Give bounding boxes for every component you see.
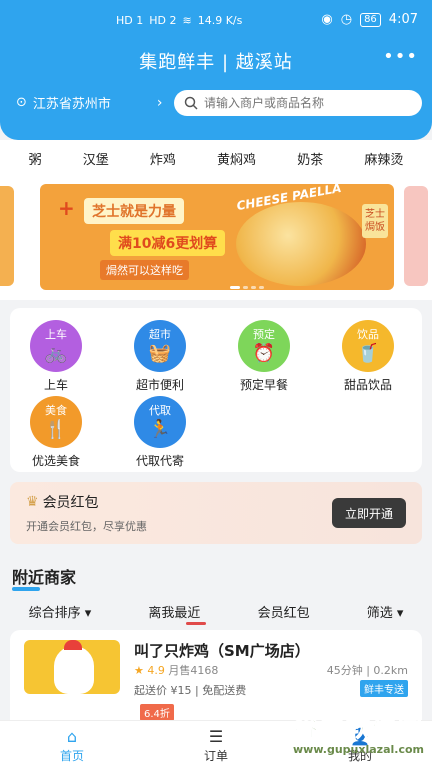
banner-carousel[interactable]: + 芝士就是力量 满10减6更划算 焗然可以这样吃 CHEESE PAELLA … [0, 176, 432, 300]
shop-logo [24, 640, 120, 694]
network-speed: 14.9 K/s [197, 14, 243, 27]
watermark: 谷普软件园 www.gupuxlazal.com [293, 714, 424, 757]
category-burger[interactable]: 汉堡 [83, 149, 109, 168]
sort-nearest[interactable]: 离我最近 [148, 602, 200, 621]
basket-icon: 超市 🧺 [134, 320, 186, 372]
category-milk-tea[interactable]: 奶茶 [297, 149, 323, 168]
service-label: 上车 [43, 378, 68, 392]
page-title: 集跑鲜丰 | 越溪站 [139, 52, 293, 73]
banner-tag: 芝士焗饭 [362, 204, 388, 238]
sort-filter[interactable]: 筛选 ▾ [367, 602, 404, 621]
search-icon [184, 96, 198, 110]
plus-icon: + [58, 196, 75, 220]
service-label: 预定早餐 [239, 378, 288, 392]
service-breakfast[interactable]: 预定 ⏰ 预定早餐 [224, 320, 304, 393]
sort-bar: 综合排序 ▾ 离我最近 会员红包 筛选 ▾ [0, 600, 432, 625]
shop-name: 叫了只炸鸡（SM广场店） [134, 642, 310, 660]
alarm-clock-icon: 预定 ⏰ [238, 320, 290, 372]
eye-icon: ◉ [321, 12, 333, 27]
location-text: 江苏省苏州市 [32, 97, 111, 112]
member-card: ♛ 会员红包 开通会员红包，尽享优惠 立即开通 [10, 482, 422, 544]
member-subtitle: 开通会员红包，尽享优惠 [26, 520, 147, 533]
category-braised-chicken[interactable]: 黄焖鸡 [217, 149, 256, 168]
service-label: 甜品饮品 [343, 378, 392, 392]
alarm-icon: ◷ [340, 12, 353, 27]
carousel-dots [230, 286, 264, 289]
category-bar: 粥 汉堡 炸鸡 黄焖鸡 奶茶 麻辣烫 [0, 140, 432, 176]
service-drinks[interactable]: 饮品 🥤 甜品饮品 [328, 320, 408, 393]
category-malatang[interactable]: 麻辣烫 [364, 149, 403, 168]
search-bar[interactable] [174, 90, 422, 116]
more-options-button[interactable]: ••• [383, 46, 418, 67]
sort-composite[interactable]: 综合排序 ▾ [29, 602, 92, 621]
location-selector[interactable]: ⊙ 江苏省苏州市 › [16, 93, 163, 113]
search-input[interactable] [204, 96, 404, 110]
sort-member-red[interactable]: 会员红包 [258, 602, 310, 621]
battery-indicator: 86 [360, 12, 381, 27]
nearby-title: 附近商家 [12, 564, 76, 591]
shop-rating: ★ 4.9 月售4168 [134, 664, 219, 677]
banner-prev-peek [0, 186, 14, 286]
service-grid: 上车 🚲 上车 超市 🧺 超市便利 预定 ⏰ 预定早餐 饮品 🥤 甜品饮品 美食 🍴 优选… [10, 308, 422, 472]
discount-badge: 6.4折 [140, 704, 174, 721]
time: 4:07 [388, 12, 418, 27]
category-fried-chicken[interactable]: 炸鸡 [150, 149, 176, 168]
banner-line-1: 芝士就是力量 [84, 198, 184, 224]
chevron-right-icon: › [156, 94, 163, 111]
member-title: ♛ 会员红包 [26, 494, 99, 511]
paella-image [236, 202, 366, 286]
service-food[interactable]: 美食 🍴 优选美食 [16, 396, 96, 469]
wifi-icon: ≋ [182, 14, 192, 27]
crown-icon: ♛ [26, 494, 39, 510]
service-shangche[interactable]: 上车 🚲 上车 [16, 320, 96, 393]
sim-signal-1: HD 1 [116, 14, 144, 27]
tab-home[interactable]: ⌂ 首页 [0, 721, 144, 768]
shop-fee: 起送价 ¥15 | 免配送费 [134, 684, 247, 697]
runner-icon: 代取 🏃 [134, 396, 186, 448]
service-supermarket[interactable]: 超市 🧺 超市便利 [120, 320, 200, 393]
service-label: 超市便利 [135, 378, 184, 392]
shop-time-distance: 45分钟 | 0.2km [326, 664, 408, 677]
banner-line-2: 满10减6更划算 [110, 230, 226, 256]
service-label: 代取代寄 [135, 454, 184, 468]
category-porridge[interactable]: 粥 [29, 149, 42, 168]
banner-next-peek [404, 186, 428, 286]
sort-active-indicator [186, 622, 206, 625]
bike-icon: 上车 🚲 [30, 320, 82, 372]
sim-signal-2: HD 2 [149, 14, 177, 27]
status-bar: HD 1 HD 2 ≋ 14.9 K/s ◉ ◷ 86 4:07 [0, 0, 432, 40]
service-errand[interactable]: 代取 🏃 代取代寄 [120, 396, 200, 469]
promo-banner[interactable]: + 芝士就是力量 满10减6更划算 焗然可以这样吃 CHEESE PAELLA … [40, 184, 394, 290]
banner-line-3: 焗然可以这样吃 [100, 260, 189, 280]
open-membership-button[interactable]: 立即开通 [332, 498, 406, 528]
delivery-badge: 鲜丰专送 [360, 680, 408, 697]
utensils-icon: 美食 🍴 [30, 396, 82, 448]
home-icon: ⌂ [66, 727, 78, 746]
title-underline [12, 587, 40, 591]
service-label: 优选美食 [31, 454, 80, 468]
location-pin-icon: ⊙ [16, 95, 27, 110]
star-icon: ★ [134, 664, 144, 677]
drink-icon: 饮品 🥤 [342, 320, 394, 372]
